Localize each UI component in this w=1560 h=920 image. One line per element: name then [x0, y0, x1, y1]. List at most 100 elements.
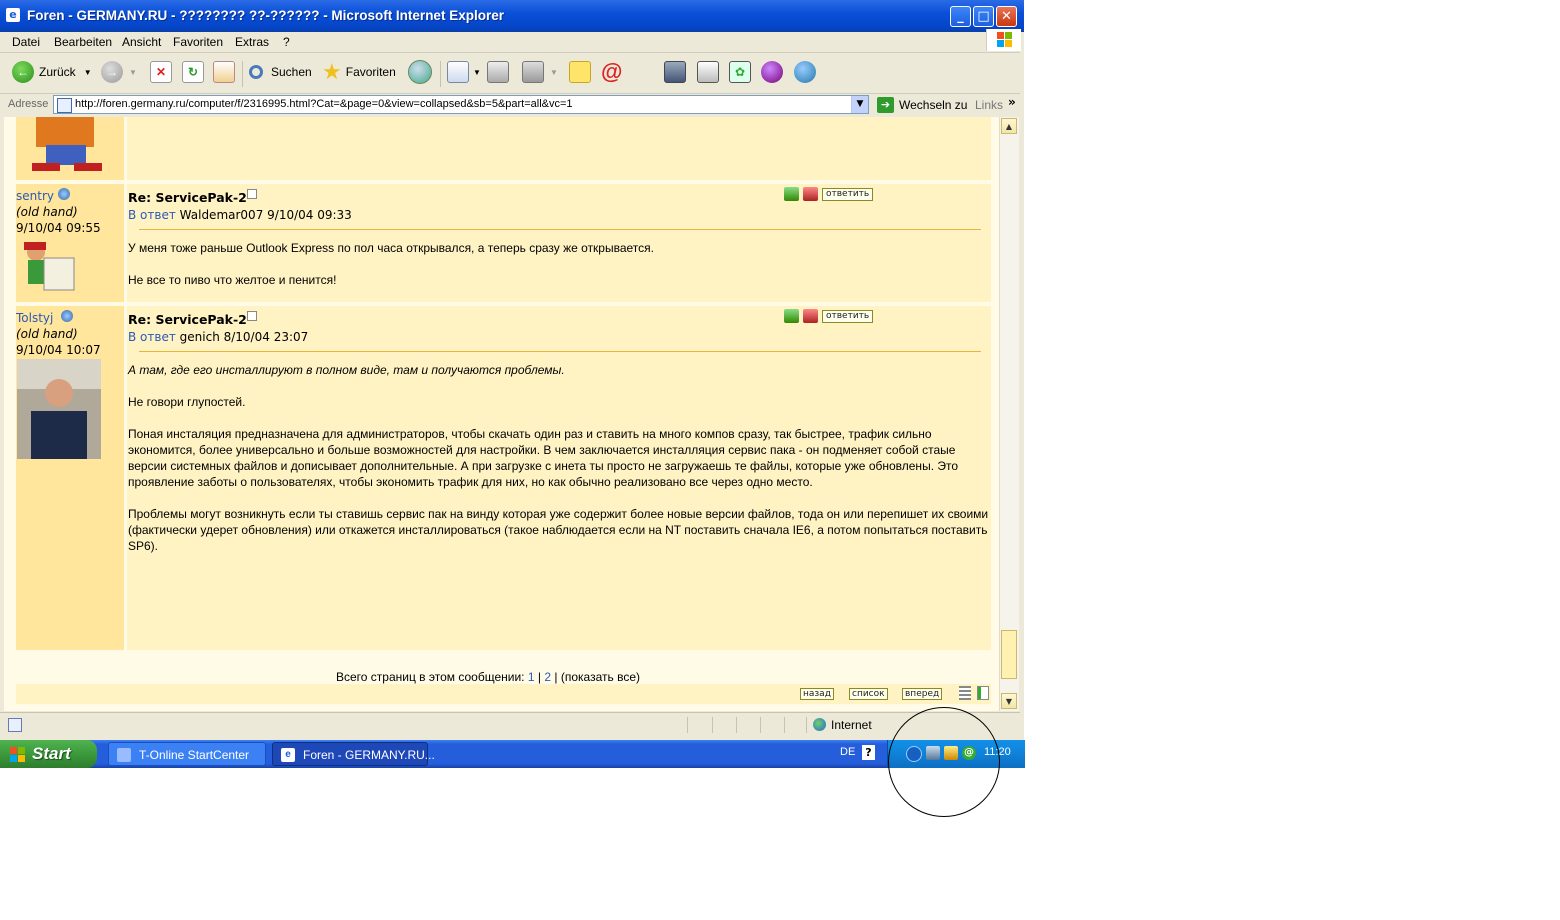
standard-toolbar: ← Zurück ▼ → ▼ ✕ ↻ Suchen ★ Favoriten ▼ … — [0, 53, 1020, 94]
nav-forward-button[interactable]: вперед — [902, 688, 943, 700]
scroll-thumb[interactable] — [1001, 630, 1017, 679]
app-icon — [117, 748, 131, 762]
post-subject: Re: ServicePak-2 — [128, 190, 247, 205]
chevron-down-icon[interactable]: ▼ — [84, 68, 92, 77]
go-button[interactable]: Wechseln zu — [899, 98, 967, 112]
menu-favoriten[interactable]: Favoriten — [173, 35, 223, 49]
post-paragraph: У меня тоже раньше Outlook Express по по… — [128, 241, 654, 255]
page-link-2[interactable]: 2 — [544, 670, 551, 684]
links-button[interactable]: Links — [975, 98, 1003, 112]
profile-icon[interactable] — [784, 309, 799, 323]
copy-button[interactable] — [697, 59, 719, 85]
post-actions: ответить — [784, 309, 874, 323]
home-icon — [213, 61, 235, 83]
menu-datei[interactable]: Datei — [12, 35, 40, 49]
reply-button[interactable]: ответить — [822, 309, 874, 323]
checkbox-icon[interactable] — [247, 311, 257, 321]
help-icon[interactable]: ? — [862, 745, 875, 760]
refresh-button[interactable]: ↻ — [182, 59, 204, 85]
notes-button[interactable] — [569, 59, 591, 85]
refresh-icon: ↻ — [182, 61, 204, 83]
profile-icon[interactable] — [784, 187, 799, 201]
icq-button[interactable]: ✿ — [729, 59, 751, 85]
vertical-scrollbar[interactable]: ▲ ▼ — [999, 117, 1019, 711]
reply-to-link[interactable]: В ответ — [128, 208, 176, 222]
reply-to-link[interactable]: В ответ — [128, 330, 176, 344]
scroll-up-icon[interactable]: ▲ — [1001, 118, 1017, 134]
flat-view-icon[interactable] — [959, 686, 971, 700]
taskbar-item-ie[interactable]: e Foren - GERMANY.RU... — [272, 742, 435, 766]
post-author-role: (old hand) — [16, 327, 78, 341]
post-author-link[interactable]: sentry — [16, 189, 54, 203]
forward-button[interactable]: → ▼ — [101, 59, 137, 85]
taskbar-item-tonline[interactable]: T-Online StartCenter — [108, 742, 266, 766]
contacts-icon — [794, 61, 816, 83]
post-date: 9/10/04 09:55 — [16, 221, 101, 235]
chevron-down-icon[interactable]: ▼ — [473, 68, 481, 77]
maximize-button[interactable]: □ — [973, 6, 994, 27]
taskbar-item-label: T-Online StartCenter — [139, 748, 250, 762]
at-button[interactable]: @ — [601, 59, 622, 85]
home-button[interactable] — [213, 59, 235, 85]
language-indicator[interactable]: DE — [840, 746, 855, 758]
go-arrow-icon[interactable]: ➔ — [877, 97, 894, 113]
title-bar[interactable]: e Foren - GERMANY.RU - ???????? ??-?????… — [0, 0, 1024, 32]
page-link-1[interactable]: 1 — [528, 670, 535, 684]
post-author-cell — [16, 117, 124, 180]
back-button[interactable]: ← Zurück ▼ — [12, 59, 92, 85]
search-label: Suchen — [271, 65, 312, 79]
mail-button[interactable]: ▼ — [447, 59, 481, 85]
messenger-button[interactable] — [761, 59, 783, 85]
chevron-down-icon[interactable]: ▼ — [129, 68, 137, 77]
edit-icon — [522, 61, 544, 83]
address-url[interactable]: http://foren.germany.ru/computer/f/23169… — [75, 98, 573, 110]
checkbox-icon[interactable] — [247, 189, 257, 199]
user-status-icon[interactable] — [58, 188, 70, 200]
chevron-down-icon[interactable]: ▼ — [851, 96, 868, 113]
star-icon: ★ — [322, 59, 342, 84]
nav-list-button[interactable]: список — [849, 688, 888, 700]
menu-ansicht[interactable]: Ansicht — [122, 35, 161, 49]
search-icon — [249, 65, 263, 79]
at-sign-icon: @ — [601, 59, 623, 84]
print-button[interactable] — [487, 59, 509, 85]
search-button[interactable]: Suchen — [249, 59, 312, 85]
print-icon[interactable] — [803, 187, 818, 201]
post-paragraph: Не все то пиво что желтое и пенится! — [128, 273, 337, 287]
favorites-button[interactable]: ★ Favoriten — [322, 59, 396, 85]
address-bar: Adresse http://foren.germany.ru/computer… — [0, 94, 1020, 116]
forward-arrow-icon: → — [101, 61, 123, 83]
menu-bearbeiten[interactable]: Bearbeiten — [54, 35, 112, 49]
reply-button[interactable]: ответить — [822, 187, 874, 201]
history-button[interactable] — [408, 59, 432, 85]
research-button[interactable] — [664, 59, 686, 85]
ie-page-icon: e — [6, 8, 20, 22]
close-button[interactable]: ✕ — [996, 6, 1017, 27]
print-icon[interactable] — [803, 309, 818, 323]
address-label: Adresse — [8, 98, 49, 110]
nav-back-button[interactable]: назад — [800, 688, 834, 700]
menu-help[interactable]: ? — [283, 35, 290, 49]
start-button[interactable]: Start — [0, 740, 97, 768]
edit-button[interactable]: ▼ — [522, 59, 558, 85]
scroll-down-icon[interactable]: ▼ — [1001, 693, 1017, 709]
show-all-link[interactable]: (показать все) — [561, 670, 640, 684]
contacts-button[interactable] — [794, 59, 816, 85]
stop-button[interactable]: ✕ — [150, 59, 172, 85]
chevron-down-icon[interactable]: ▼ — [550, 68, 558, 77]
taskbar: Start T-Online StartCenter e Foren - GER… — [0, 740, 1025, 768]
post-author-link[interactable]: Tolstyj — [16, 311, 53, 325]
internet-zone-icon — [813, 718, 826, 731]
threaded-view-icon[interactable] — [977, 686, 989, 700]
back-label: Zurück — [39, 65, 76, 79]
links-more-icon[interactable]: » — [1008, 95, 1016, 109]
address-input[interactable]: http://foren.germany.ru/computer/f/23169… — [53, 95, 869, 114]
menu-extras[interactable]: Extras — [235, 35, 269, 49]
user-status-icon[interactable] — [61, 310, 73, 322]
history-icon — [408, 60, 432, 84]
post-text: У меня тоже раньше Outlook Express по по… — [128, 240, 990, 288]
avatar-cartoon-icon — [32, 117, 102, 171]
minimize-button[interactable]: _ — [950, 6, 971, 27]
status-separator — [806, 717, 807, 733]
post-body-cell — [127, 117, 991, 180]
